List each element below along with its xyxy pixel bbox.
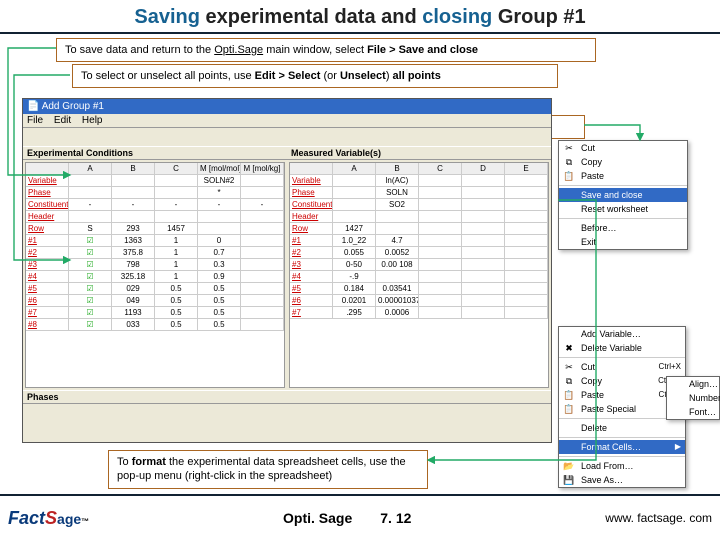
callout-save-close: To save data and return to the Opti.Sage… xyxy=(56,38,596,62)
fmt-align[interactable]: Align… xyxy=(667,377,719,391)
ctx-cut[interactable]: ✂CutCtrl+X xyxy=(559,360,685,374)
footer: FactSage™ Opti. Sage 7. 12 www. factsage.… xyxy=(0,494,720,540)
menu-item-paste[interactable]: 📋Paste xyxy=(559,169,687,183)
menu-item-copy[interactable]: ⧉Copy xyxy=(559,155,687,169)
footer-version: 7. 12 xyxy=(380,510,411,526)
title-rule xyxy=(0,32,720,34)
grid-experimental[interactable]: ABCM [mol/mol]M [mol/kg] VariableSOLN#2 … xyxy=(25,162,285,388)
section-measured-vars: Measured Variable(s) xyxy=(287,146,551,160)
section-exp-conditions: Experimental Conditions xyxy=(23,146,287,160)
open-icon: 📂 xyxy=(563,460,575,472)
menu-edit[interactable]: Edit xyxy=(54,115,71,126)
menu-item-exit[interactable]: Exit xyxy=(559,235,687,249)
title-kw-closing: closing xyxy=(422,6,492,28)
copy-icon: ⧉ xyxy=(563,156,575,168)
copy-icon: ⧉ xyxy=(563,375,575,387)
add-group-window: 📄 Add Group #1 File Edit Help Experiment… xyxy=(22,98,552,443)
fmt-number[interactable]: Number… xyxy=(667,391,719,405)
window-titlebar: 📄 Add Group #1 xyxy=(23,99,551,114)
scissors-icon: ✂ xyxy=(563,361,575,373)
paste-special-icon: 📋 xyxy=(563,403,575,415)
fmt-font[interactable]: Font… xyxy=(667,405,719,419)
scissors-icon: ✂ xyxy=(563,142,575,154)
file-menu-popup[interactable]: ✂Cut ⧉Copy 📋Paste Save and close Reset w… xyxy=(558,140,688,250)
section-phases: Phases xyxy=(23,390,551,404)
grid-measured[interactable]: ABCDE Variableln(AC) PhaseSOLN Constitue… xyxy=(289,162,549,388)
menu-item-cut[interactable]: ✂Cut xyxy=(559,141,687,155)
callout-format-cells: To format the experimental data spreadsh… xyxy=(108,450,428,489)
ctx-delete[interactable]: Delete xyxy=(559,421,685,435)
format-cells-submenu[interactable]: Align… Number… Font… xyxy=(666,376,720,420)
menu-item-before[interactable]: Before… xyxy=(559,221,687,235)
menu-file[interactable]: File xyxy=(27,115,43,126)
paste-icon: 📋 xyxy=(563,170,575,182)
callout-select-points: To select or unselect all points, use Ed… xyxy=(72,64,558,88)
menu-help[interactable]: Help xyxy=(82,115,103,126)
ctx-format-cells[interactable]: Format Cells…▶ xyxy=(559,440,685,454)
footer-product: Opti. Sage xyxy=(283,510,352,526)
factsage-logo: FactSage™ xyxy=(8,508,89,529)
ctx-save-as[interactable]: 💾Save As… xyxy=(559,473,685,487)
slide-title: Saving experimental data and closing Gro… xyxy=(0,0,720,32)
menu-item-save-close[interactable]: Save and close xyxy=(559,188,687,202)
paste-icon: 📋 xyxy=(563,389,575,401)
ctx-delete-variable[interactable]: ✖Delete Variable xyxy=(559,341,685,355)
ctx-load-from[interactable]: 📂Load From… xyxy=(559,459,685,473)
delete-icon: ✖ xyxy=(563,342,575,354)
title-kw-saving: Saving xyxy=(134,6,200,28)
menu-item-reset[interactable]: Reset worksheet xyxy=(559,202,687,216)
footer-url: www. factsage. com xyxy=(605,511,712,525)
menubar[interactable]: File Edit Help xyxy=(23,114,551,128)
ctx-add-variable[interactable]: Add Variable… xyxy=(559,327,685,341)
save-icon: 💾 xyxy=(563,474,575,486)
submenu-arrow-icon: ▶ xyxy=(675,442,681,451)
